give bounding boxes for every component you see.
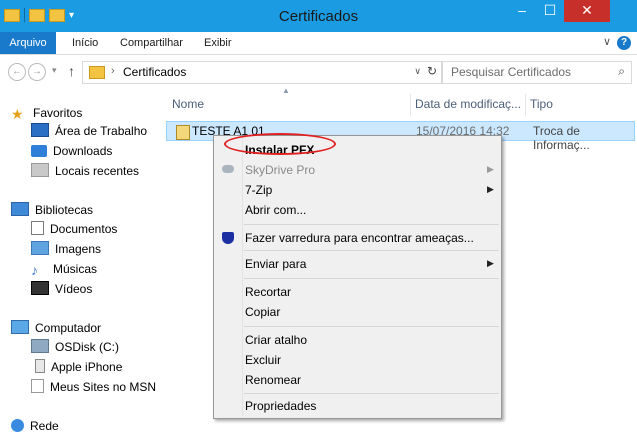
- menu-separator: [244, 326, 499, 327]
- menu-item-scan-threats[interactable]: Fazer varredura para encontrar ameaças..…: [245, 228, 474, 248]
- column-divider[interactable]: [525, 94, 526, 116]
- menu-item-abrir-com[interactable]: Abrir com...: [245, 200, 306, 220]
- file-type: Troca de Informaç...: [533, 124, 590, 152]
- submenu-arrow-icon: ▶: [487, 258, 494, 268]
- folder-icon: [89, 66, 105, 79]
- menu-gutter: [242, 138, 243, 416]
- downloads-icon: [31, 145, 47, 157]
- chevron-right-icon[interactable]: ›: [111, 65, 115, 77]
- help-icon[interactable]: ?: [617, 36, 631, 50]
- nav-item-iphone[interactable]: Apple iPhone: [31, 358, 122, 376]
- sort-ascending-icon: ▲: [282, 86, 290, 95]
- column-divider[interactable]: [410, 94, 411, 116]
- menu-separator: [244, 393, 499, 394]
- navigation-pane: ★ Favoritos Área de Trabalho Downloads Lo…: [0, 92, 160, 441]
- refresh-icon[interactable]: ↻: [427, 64, 437, 78]
- menu-item-criar-atalho[interactable]: Criar atalho: [245, 330, 307, 350]
- menu-separator: [244, 250, 499, 251]
- nav-item-documents[interactable]: Documentos: [31, 220, 117, 238]
- up-button[interactable]: ↑: [68, 63, 75, 79]
- search-icon[interactable]: ⌕: [618, 64, 625, 79]
- videos-icon: [31, 281, 49, 295]
- nav-libraries[interactable]: Bibliotecas: [11, 201, 93, 219]
- menu-separator: [244, 224, 499, 225]
- nav-item-msn-sites[interactable]: Meus Sites no MSN: [31, 378, 156, 396]
- context-menu: Instalar PFX SkyDrive Pro ▶ 7-Zip ▶ Abri…: [213, 135, 502, 419]
- expand-ribbon-icon[interactable]: ∨: [603, 36, 611, 48]
- nav-network[interactable]: Rede: [11, 417, 59, 435]
- nav-item-osdisk[interactable]: OSDisk (C:): [31, 338, 119, 356]
- nav-item-downloads[interactable]: Downloads: [31, 142, 112, 160]
- menu-item-excluir[interactable]: Excluir: [245, 350, 281, 370]
- libraries-icon: [11, 202, 29, 216]
- title-bar: ▾ Certificados – ☐ ✕: [0, 0, 637, 32]
- ribbon-tabs: Arquivo Início Compartilhar Exibir ∨?: [0, 32, 637, 55]
- nav-item-pictures[interactable]: Imagens: [31, 240, 101, 258]
- nav-item-music[interactable]: ♪ Músicas: [31, 260, 97, 278]
- recent-places-icon: [31, 163, 49, 177]
- back-button[interactable]: ←: [8, 63, 26, 81]
- minimize-button[interactable]: –: [508, 0, 536, 22]
- nav-item-videos[interactable]: Vídeos: [31, 280, 92, 298]
- submenu-arrow-icon: ▶: [487, 164, 494, 174]
- nav-favorites[interactable]: ★ Favoritos: [11, 104, 82, 122]
- menu-item-recortar[interactable]: Recortar: [245, 282, 291, 302]
- close-button[interactable]: ✕: [564, 0, 610, 22]
- menu-item-7zip[interactable]: 7-Zip: [245, 180, 272, 200]
- column-header-type[interactable]: Tipo: [530, 97, 553, 115]
- search-input[interactable]: [451, 65, 601, 79]
- desktop-icon: [31, 123, 49, 137]
- nav-computer[interactable]: Computador: [11, 319, 101, 337]
- menu-item-renomear[interactable]: Renomear: [245, 370, 301, 390]
- pictures-icon: [31, 241, 49, 255]
- tab-inicio[interactable]: Início: [72, 32, 98, 54]
- search-box[interactable]: ⌕: [442, 61, 632, 84]
- menu-item-copiar[interactable]: Copiar: [245, 302, 280, 322]
- disk-drive-icon: [31, 339, 49, 353]
- address-bar[interactable]: › Certificados ∨ ↻: [82, 61, 442, 84]
- column-header-name[interactable]: Nome: [172, 97, 204, 115]
- cloud-icon: [222, 165, 234, 173]
- shield-icon: [222, 232, 234, 244]
- tab-exibir[interactable]: Exibir: [204, 32, 232, 54]
- recent-locations-icon[interactable]: ▾: [52, 65, 57, 76]
- network-icon: [11, 419, 24, 432]
- nav-item-desktop[interactable]: Área de Trabalho: [31, 122, 147, 140]
- tab-compartilhar[interactable]: Compartilhar: [120, 32, 183, 54]
- web-folder-icon: [31, 379, 44, 393]
- menu-item-propriedades[interactable]: Propriedades: [245, 396, 316, 416]
- maximize-button[interactable]: ☐: [536, 0, 564, 22]
- breadcrumb[interactable]: Certificados: [123, 65, 186, 79]
- phone-icon: [35, 359, 45, 373]
- tab-arquivo[interactable]: Arquivo: [0, 32, 56, 54]
- documents-icon: [31, 221, 44, 235]
- menu-separator: [244, 278, 499, 279]
- forward-button[interactable]: →: [28, 63, 46, 81]
- menu-item-skydrive-pro[interactable]: SkyDrive Pro: [245, 160, 315, 180]
- navigation-bar: ← → ▾ ↑ › Certificados ∨ ↻ ⌕: [0, 55, 637, 89]
- column-header-date[interactable]: Data de modificaç...: [415, 97, 521, 115]
- certificate-file-icon: [176, 125, 190, 140]
- menu-item-instalar-pfx[interactable]: Instalar PFX: [245, 140, 314, 160]
- star-icon: ★: [11, 106, 24, 122]
- submenu-arrow-icon: ▶: [487, 184, 494, 194]
- chevron-down-icon[interactable]: ∨: [414, 66, 421, 77]
- menu-item-enviar-para[interactable]: Enviar para: [245, 254, 306, 274]
- computer-icon: [11, 320, 29, 334]
- nav-item-recent[interactable]: Locais recentes: [31, 162, 139, 180]
- music-icon: ♪: [31, 262, 38, 278]
